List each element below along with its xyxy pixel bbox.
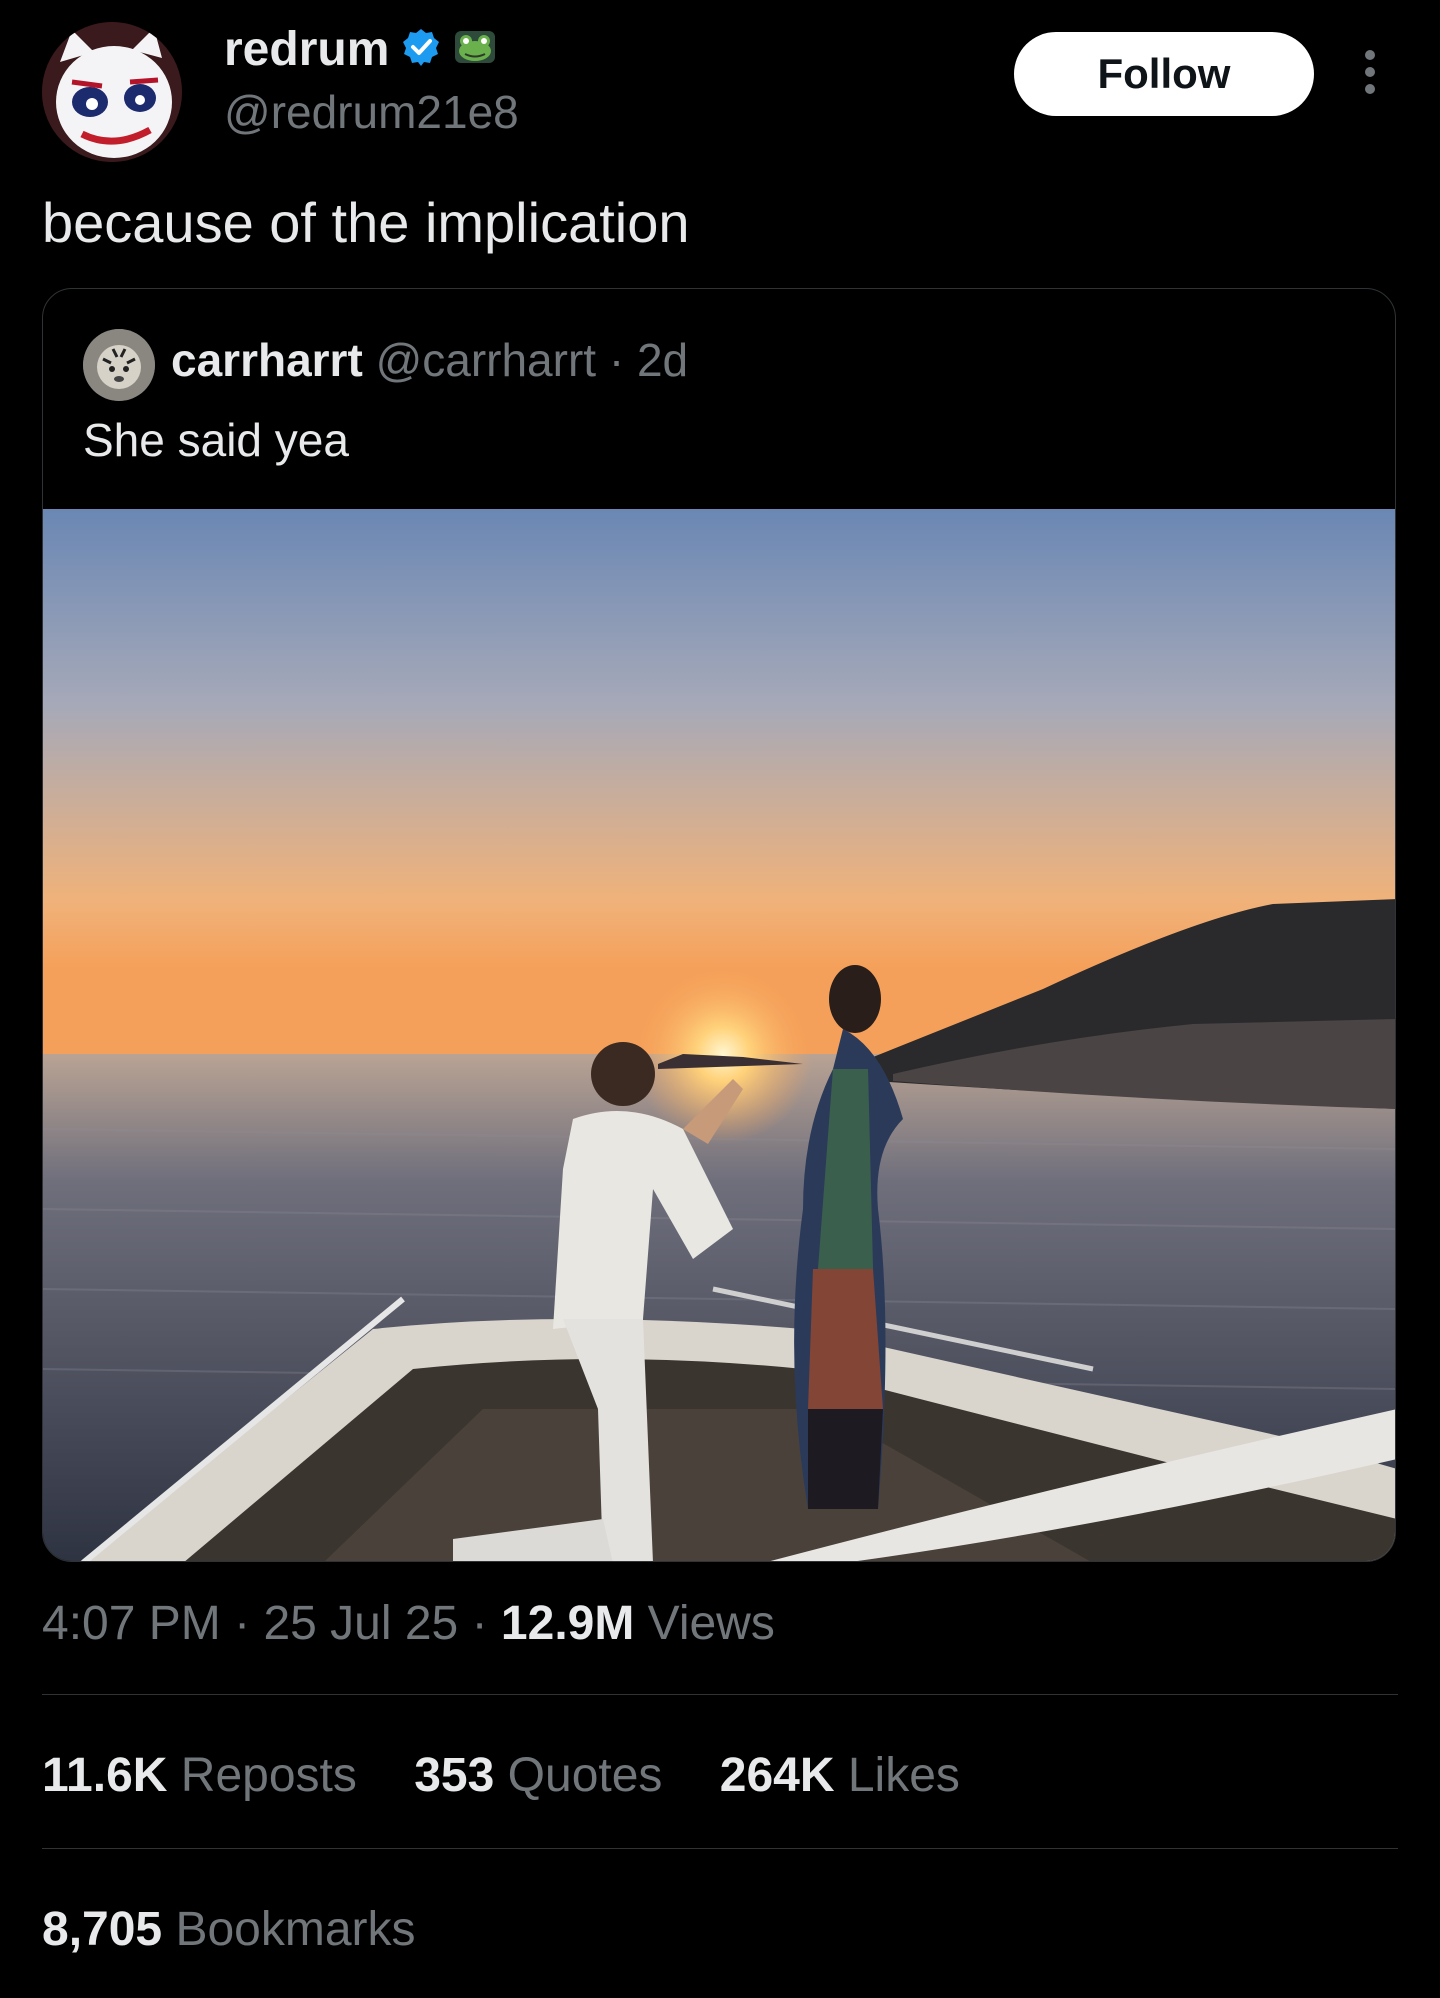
- divider: [42, 1694, 1398, 1695]
- tweet-date[interactable]: 25 Jul 25: [263, 1597, 458, 1650]
- separator-dot: ·: [608, 334, 625, 386]
- reposts-stat[interactable]: 11.6K Reposts: [42, 1749, 357, 1802]
- tweet-meta: 4:07 PM · 25 Jul 25 · 12.9M Views: [42, 1596, 775, 1651]
- views-count: 12.9M: [500, 1597, 635, 1650]
- frog-emoji-icon: [453, 27, 497, 72]
- divider: [42, 1848, 1398, 1849]
- verified-badge-icon: [401, 27, 441, 72]
- author-display-name[interactable]: redrum: [224, 22, 389, 77]
- views-label: Views: [647, 1597, 775, 1650]
- quoted-header: carrharrt @carrharrt · 2d: [171, 333, 688, 387]
- likes-stat[interactable]: 264K Likes: [720, 1749, 960, 1802]
- author-handle[interactable]: @redrum21e8: [224, 85, 519, 139]
- tiger-avatar-icon: [83, 329, 155, 401]
- separator-dot: ·: [471, 1597, 488, 1650]
- clown-avatar-icon: [42, 22, 182, 162]
- quoted-age[interactable]: 2d: [637, 334, 688, 386]
- quoted-text: She said yea: [83, 414, 349, 466]
- proposal-photo[interactable]: [43, 509, 1396, 1562]
- engagement-stats: 11.6K Reposts 353 Quotes 264K Likes: [42, 1748, 1004, 1803]
- more-options-icon[interactable]: [1350, 50, 1390, 100]
- tweet-time[interactable]: 4:07 PM: [42, 1597, 221, 1650]
- follow-button[interactable]: Follow: [1014, 32, 1314, 116]
- separator-dot: ·: [234, 1597, 251, 1650]
- quoted-handle[interactable]: @carrharrt: [376, 334, 597, 386]
- bookmarks-stat[interactable]: 8,705 Bookmarks: [42, 1902, 416, 1957]
- quoted-tweet-card[interactable]: carrharrt @carrharrt · 2d She said yea: [42, 288, 1396, 1562]
- author-avatar[interactable]: [42, 22, 182, 162]
- tweet-text: because of the implication: [42, 191, 690, 254]
- author-name-row: redrum: [224, 22, 497, 77]
- quotes-stat[interactable]: 353 Quotes: [414, 1749, 662, 1802]
- quoted-author-avatar[interactable]: [83, 329, 155, 401]
- quoted-display-name[interactable]: carrharrt: [171, 334, 363, 386]
